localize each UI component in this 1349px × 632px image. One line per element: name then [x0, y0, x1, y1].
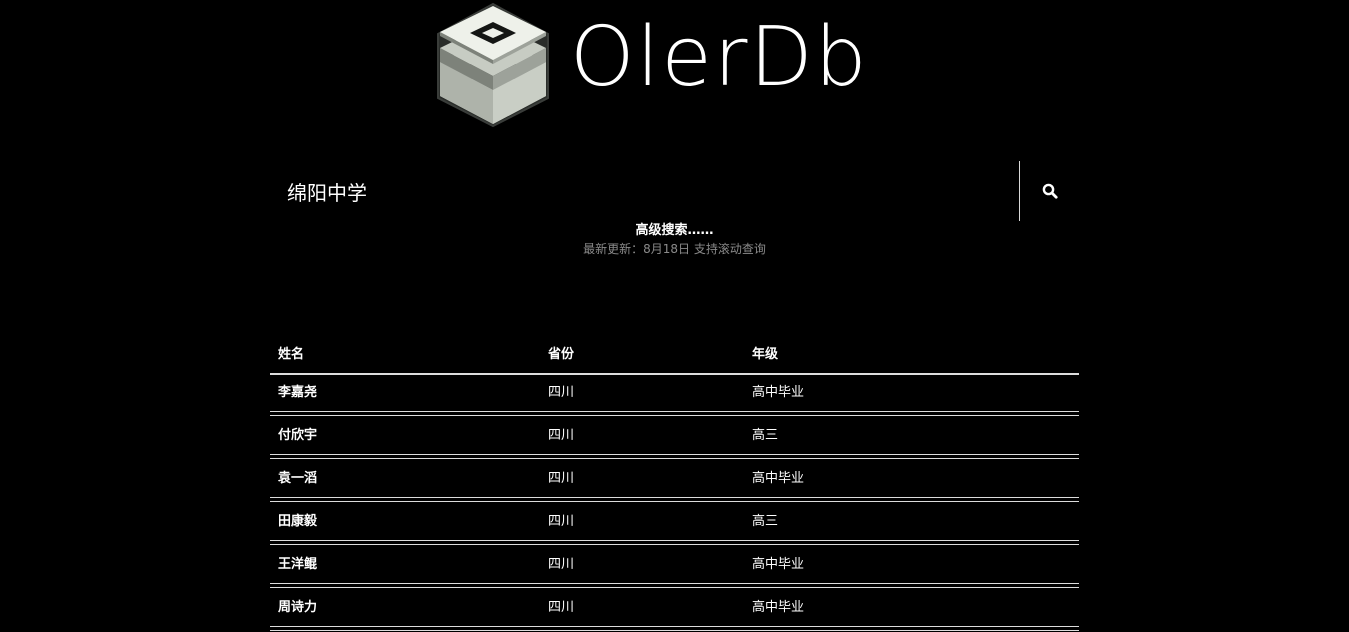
header-name[interactable]: 姓名: [278, 337, 304, 373]
cell-province: 四川: [548, 514, 575, 529]
cell-grade: 高中毕业: [752, 600, 805, 615]
table-row[interactable]: 李嘉尧 四川 高中毕业: [270, 375, 1079, 416]
brand-header[interactable]: OlerDb: [436, 0, 906, 130]
table-row[interactable]: 付欣宇 四川 高三: [270, 418, 1079, 459]
search-icon: [1042, 183, 1058, 199]
cell-province: 四川: [548, 600, 575, 615]
cell-province: 四川: [548, 557, 575, 572]
search-button[interactable]: [1020, 161, 1079, 221]
cell-name: 王洋鲲: [278, 557, 318, 572]
brand-name: OlerDb: [570, 10, 869, 105]
cell-name: 周诗力: [278, 600, 318, 615]
cell-province: 四川: [548, 428, 575, 443]
table-row[interactable]: 周诗力 四川 高中毕业: [270, 590, 1079, 631]
cell-name: 田康毅: [278, 514, 318, 529]
cell-grade: 高中毕业: [752, 385, 805, 400]
search-bar: [270, 161, 1079, 221]
cell-grade: 高三: [752, 428, 779, 443]
cell-grade: 高中毕业: [752, 471, 805, 486]
results-table: 姓名 省份 年级 李嘉尧 四川 高中毕业 付欣宇 四川 高三 袁一滔 四川 高中…: [270, 337, 1079, 632]
table-header: 姓名 省份 年级: [270, 337, 1079, 375]
layered-cube-logo-icon: [437, 2, 549, 128]
advanced-search-link[interactable]: 高级搜索……: [0, 222, 1349, 240]
cell-province: 四川: [548, 471, 575, 486]
search-input[interactable]: [270, 161, 1018, 221]
cell-grade: 高中毕业: [752, 557, 805, 572]
header-province[interactable]: 省份: [548, 337, 574, 373]
table-row[interactable]: 王洋鲲 四川 高中毕业: [270, 547, 1079, 588]
cell-province: 四川: [548, 385, 575, 400]
cell-grade: 高三: [752, 514, 779, 529]
cell-name: 付欣宇: [278, 428, 318, 443]
update-note: 最新更新：8月18日 支持滚动查询: [583, 242, 766, 256]
table-row[interactable]: 袁一滔 四川 高中毕业: [270, 461, 1079, 502]
cell-name: 袁一滔: [278, 471, 318, 486]
table-row[interactable]: 田康毅 四川 高三: [270, 504, 1079, 545]
cell-name: 李嘉尧: [278, 385, 318, 400]
page: OlerDb 高级搜索…… 最新更新：8月18日 支持滚动查询 姓名 省份 年级…: [0, 0, 1349, 632]
header-grade[interactable]: 年级: [752, 337, 778, 373]
